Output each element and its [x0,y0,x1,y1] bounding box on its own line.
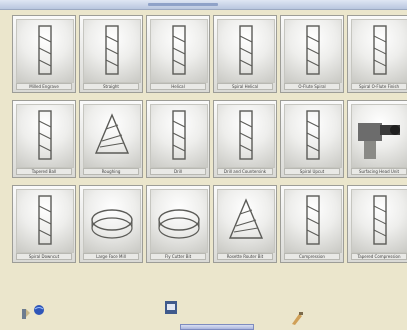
tool-label: Helical [150,83,206,90]
tool-tile[interactable]: Compression [280,185,344,263]
tool-tile[interactable]: Spiral Helical [213,15,277,93]
tool-label: Large Face Mill [83,253,139,260]
tool-tile[interactable]: Rosette Router Bit [213,185,277,263]
tool-label: Roughing [83,168,139,175]
tool-label: Milled Engrave [16,83,72,90]
window-title [148,3,218,6]
tool-label: Fly Cutter Bit [150,253,206,260]
tool-tile[interactable]: O-Flute Spiral [280,15,344,93]
tool-tile[interactable]: Milled Engrave [12,15,76,93]
tool-tile[interactable]: Straight [79,15,143,93]
globe-app-icon[interactable] [32,300,46,318]
tool-tile[interactable]: Drill and Countersink [213,100,277,178]
helical-end-mill-icon [150,19,208,83]
tool-tile[interactable]: Fly Cutter Bit [146,185,210,263]
tapered-ball-bit-icon [16,104,74,168]
tool-label: Straight [83,83,139,90]
tool-tile[interactable]: Surfacing Head Unit [347,100,407,178]
milling-tool-icon [16,19,74,83]
tool-tile[interactable]: Spiral Upcut [280,100,344,178]
tool-tile[interactable]: Spiral Downcut [12,185,76,263]
tool-tile[interactable]: Tapered Compression [347,185,407,263]
spiral-end-mill-icon [217,19,275,83]
tool-label: Tapered Ball [16,168,72,175]
rosette-bit-icon [217,189,275,253]
tool-label: Compression [284,253,340,260]
fly-cutter-icon [150,189,208,253]
tool-label: O-Flute Spiral [284,83,340,90]
tool-label: Rosette Router Bit [217,253,273,260]
tool-label: Drill and Countersink [217,168,273,175]
tool-app-icon[interactable] [290,310,304,326]
tool-label: Drill [150,168,206,175]
tool-tile[interactable]: Tapered Ball [12,100,76,178]
taskbar-button[interactable] [180,324,254,330]
o-flute-bit-icon [284,19,342,83]
taskbar [0,290,407,330]
tool-tile[interactable]: Helical [146,15,210,93]
spindle-head-icon [351,104,407,168]
tool-label: Spiral O-Flute Finish [351,83,407,90]
tool-label: Spiral Upcut [284,168,340,175]
tapered-compression-icon [351,189,407,253]
tool-label: Surfacing Head Unit [351,168,407,175]
tool-tile[interactable]: Roughing [79,100,143,178]
downcut-spiral-icon [16,189,74,253]
face-mill-icon [83,189,141,253]
tool-library-window: Milled Engrave Straight Helical Spiral Heli… [0,0,407,330]
tool-tile[interactable]: Drill [146,100,210,178]
title-bar[interactable] [0,0,407,10]
tool-label: Spiral Helical [217,83,273,90]
tool-label: Tapered Compression [351,253,407,260]
cutter-app-icon[interactable] [20,306,32,320]
finishing-bit-icon [351,19,407,83]
compression-bit-icon [284,189,342,253]
tool-tile[interactable]: Spiral O-Flute Finish [347,15,407,93]
roughing-cutter-icon [83,104,141,168]
drill-bit-icon [150,104,208,168]
tool-grid: Milled Engrave Straight Helical Spiral Heli… [12,15,407,265]
program-window-icon[interactable] [163,298,181,318]
tool-tile[interactable]: Large Face Mill [79,185,143,263]
upcut-spiral-icon [284,104,342,168]
tool-label: Spiral Downcut [16,253,72,260]
straight-end-mill-icon [83,19,141,83]
countersink-drill-icon [217,104,275,168]
